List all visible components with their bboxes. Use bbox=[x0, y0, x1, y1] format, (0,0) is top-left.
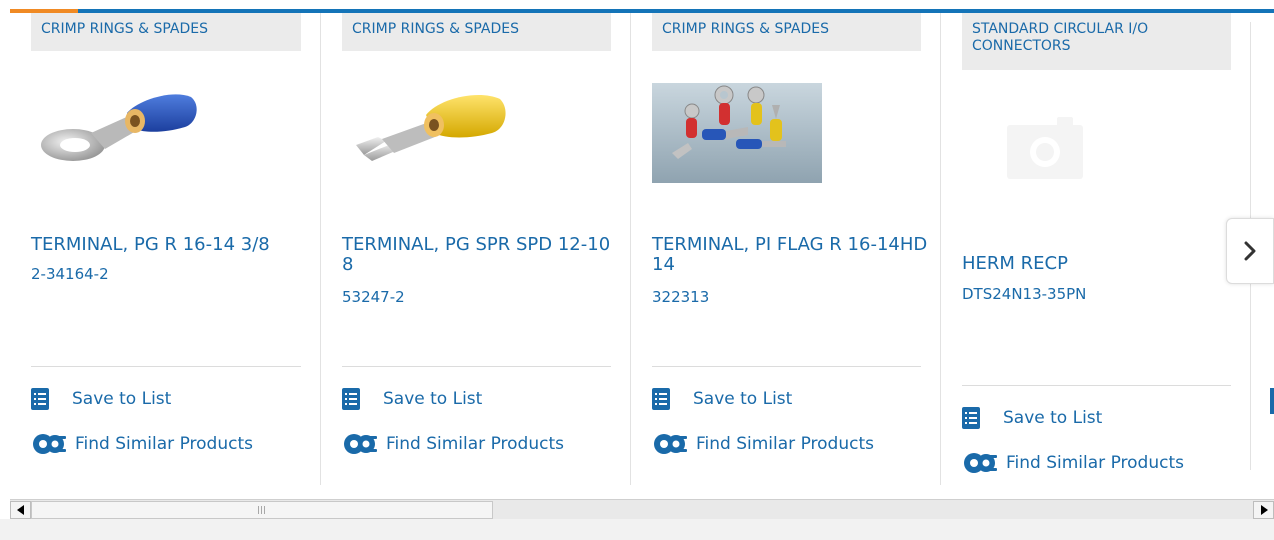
part-number-link[interactable]: 322313 bbox=[652, 288, 709, 306]
carousel-next-button[interactable] bbox=[1226, 218, 1274, 284]
product-card: CRIMP RINGS & SPADES TERMINAL, PI FLAG R… bbox=[631, 13, 941, 485]
category-label: CRIMP RINGS & SPADES bbox=[652, 13, 921, 51]
checklist-icon bbox=[962, 407, 980, 429]
product-image-spade-terminal[interactable] bbox=[342, 83, 512, 183]
save-to-list-button[interactable]: Save to List bbox=[31, 388, 171, 410]
find-similar-gears-icon bbox=[344, 434, 377, 454]
product-title-link[interactable]: TERMINAL, PG R 16-14 3/8 bbox=[31, 235, 311, 255]
find-similar-products-label: Find Similar Products bbox=[1006, 453, 1184, 473]
find-similar-gears-icon bbox=[654, 434, 687, 454]
chevron-right-icon bbox=[1244, 241, 1256, 261]
category-label: STANDARD CIRCULAR I/O CONNECTORS bbox=[962, 13, 1231, 70]
find-similar-products-button[interactable]: Find Similar Products bbox=[652, 431, 874, 457]
save-to-list-button[interactable]: Save to List bbox=[962, 407, 1102, 429]
product-title-link[interactable]: HERM RECP bbox=[962, 254, 1242, 274]
save-to-list-label: Save to List bbox=[693, 389, 793, 409]
product-card: CRIMP RINGS & SPADES TERMINAL, PG R 16-1… bbox=[10, 13, 321, 485]
page-bottom-area bbox=[0, 519, 1274, 540]
checklist-icon bbox=[342, 388, 360, 410]
product-image-assorted-terminals[interactable] bbox=[652, 83, 822, 183]
find-similar-gears-icon bbox=[33, 434, 66, 454]
find-similar-products-button[interactable]: Find Similar Products bbox=[962, 450, 1184, 476]
triangle-right-icon bbox=[1260, 505, 1268, 515]
checklist-icon bbox=[652, 388, 670, 410]
part-number-link[interactable]: 53247-2 bbox=[342, 288, 405, 306]
card-separator bbox=[962, 385, 1231, 386]
save-to-list-label: Save to List bbox=[383, 389, 483, 409]
find-similar-products-button[interactable]: Find Similar Products bbox=[31, 431, 253, 457]
horizontal-scrollbar[interactable] bbox=[10, 499, 1274, 519]
find-similar-products-label: Find Similar Products bbox=[75, 434, 253, 454]
save-to-list-label: Save to List bbox=[72, 389, 172, 409]
card-separator bbox=[652, 366, 921, 367]
checklist-icon bbox=[31, 388, 49, 410]
find-similar-gears-icon bbox=[964, 453, 997, 473]
find-similar-products-label: Find Similar Products bbox=[696, 434, 874, 454]
save-to-list-label: Save to List bbox=[1003, 408, 1103, 428]
camera-placeholder-icon bbox=[1007, 117, 1083, 179]
save-to-list-button[interactable]: Save to List bbox=[342, 388, 482, 410]
product-card: STANDARD CIRCULAR I/O CONNECTORS HERM RE… bbox=[941, 13, 1250, 485]
part-number-link[interactable]: 2-34164-2 bbox=[31, 265, 109, 283]
card-separator bbox=[31, 366, 301, 367]
product-card: CRIMP RINGS & SPADES TERMINAL, PG SPR SP… bbox=[321, 13, 631, 485]
next-card-save-icon-edge bbox=[1270, 388, 1274, 414]
product-carousel-frame: CRIMP RINGS & SPADES TERMINAL, PG R 16-1… bbox=[0, 0, 1274, 540]
part-number-link[interactable]: DTS24N13-35PN bbox=[962, 285, 1086, 303]
find-similar-products-label: Find Similar Products bbox=[386, 434, 564, 454]
product-image-ring-terminal[interactable] bbox=[31, 83, 201, 183]
category-label: CRIMP RINGS & SPADES bbox=[342, 13, 611, 51]
scrollbar-thumb[interactable] bbox=[31, 501, 493, 519]
find-similar-products-button[interactable]: Find Similar Products bbox=[342, 431, 564, 457]
scroll-left-button[interactable] bbox=[10, 501, 31, 519]
product-title-link[interactable]: TERMINAL, PI FLAG R 16-14HD 14 bbox=[652, 235, 932, 275]
triangle-left-icon bbox=[16, 505, 24, 515]
card-separator bbox=[342, 366, 611, 367]
category-label: CRIMP RINGS & SPADES bbox=[31, 13, 301, 51]
product-title-link[interactable]: TERMINAL, PG SPR SPD 12-10 8 bbox=[342, 235, 622, 275]
scroll-right-button[interactable] bbox=[1253, 501, 1274, 519]
save-to-list-button[interactable]: Save to List bbox=[652, 388, 792, 410]
